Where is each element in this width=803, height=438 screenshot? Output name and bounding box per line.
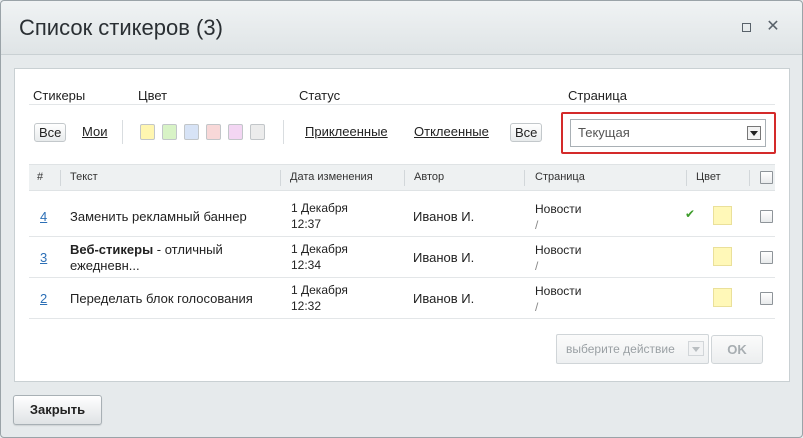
page-path: /: [535, 218, 539, 232]
filter-separator: [122, 120, 123, 144]
group-action-select[interactable]: выберите действие: [556, 334, 709, 364]
sticker-text-main: - отличный: [153, 242, 223, 257]
filter-separator: [283, 120, 284, 144]
color-filter-label: Цвет: [138, 88, 168, 103]
maximize-icon[interactable]: [738, 19, 754, 35]
table-header: # Текст Дата изменения Автор Страница Цв…: [29, 164, 775, 191]
color-swatch-green[interactable]: [162, 124, 177, 140]
date-time: 12:34: [291, 258, 322, 272]
sticker-text-continued: ежедневн...: [70, 258, 140, 273]
color-swatch-yellow[interactable]: [140, 124, 155, 140]
chevron-down-icon[interactable]: [747, 126, 761, 140]
stickers-all-button[interactable]: Все: [34, 123, 67, 142]
stickers-mine-link[interactable]: Мои: [82, 124, 107, 139]
ok-button[interactable]: OK: [711, 335, 763, 364]
sticker-author: Иванов И.: [413, 291, 475, 306]
sticker-number-link[interactable]: 4: [40, 209, 47, 224]
sticker-page: Новости /: [535, 201, 581, 233]
sticker-color-swatch: [713, 247, 732, 266]
page-select-highlight: Текущая: [561, 112, 776, 154]
color-swatch-purple[interactable]: [228, 124, 243, 140]
column-date: Дата изменения: [290, 171, 373, 183]
dialog-title: Список стикеров (3): [19, 15, 223, 40]
sticker-color-swatch: [713, 288, 732, 307]
page-select-value: Текущая: [578, 125, 630, 140]
row-checkbox[interactable]: [760, 210, 773, 223]
sticker-date: 1 Декабря 12:32: [291, 282, 348, 314]
sticker-text: Заменить рекламный баннер: [70, 209, 247, 224]
status-filter-label: Статус: [299, 88, 341, 103]
sticker-number-link[interactable]: 2: [40, 291, 47, 306]
sticker-text-main: Заменить рекламный баннер: [70, 209, 247, 224]
row-checkbox[interactable]: [760, 292, 773, 305]
column-divider: [280, 170, 281, 186]
sticker-color-swatch: [713, 206, 732, 225]
stickers-filter-label: Стикеры: [33, 88, 86, 103]
date-day: 1 Декабря: [291, 242, 348, 256]
page-path: /: [535, 300, 539, 314]
close-icon[interactable]: ✕: [765, 19, 781, 35]
color-swatch-blue[interactable]: [184, 124, 199, 140]
column-text: Текст: [70, 171, 98, 183]
date-time: 12:32: [291, 299, 322, 313]
page-name: Новости: [535, 243, 582, 257]
column-page: Страница: [535, 171, 585, 183]
table-row[interactable]: 2 Переделать блок голосования 1 Декабря 1…: [29, 278, 775, 319]
sticker-date: 1 Декабря 12:34: [291, 241, 348, 273]
dialog-content: Стикеры Цвет Статус Страница Все Мои При…: [14, 68, 790, 382]
sticker-page: Новости /: [535, 283, 581, 315]
date-day: 1 Декабря: [291, 283, 348, 297]
dialog-titlebar[interactable]: Список стикеров (3) ✕: [1, 1, 802, 55]
check-icon: ✔: [685, 207, 696, 221]
select-all-checkbox[interactable]: [760, 171, 773, 184]
status-all-button[interactable]: Все: [510, 123, 543, 142]
column-divider: [749, 170, 750, 186]
column-divider: [686, 170, 687, 186]
date-day: 1 Декабря: [291, 201, 348, 215]
status-detached-link[interactable]: Отклеенные: [414, 124, 489, 139]
sticker-text-main: Переделать блок голосования: [70, 291, 253, 306]
column-author: Автор: [414, 171, 445, 183]
page-filter-label: Страница: [568, 88, 627, 103]
column-number: #: [37, 171, 44, 183]
color-swatch-red[interactable]: [206, 124, 221, 140]
sticker-author: Иванов И.: [413, 209, 475, 224]
page-path: /: [535, 259, 539, 273]
sticker-text: Переделать блок голосования: [70, 291, 253, 306]
sticker-number-link[interactable]: 3: [40, 250, 47, 265]
table-row[interactable]: 4 Заменить рекламный баннер 1 Декабря 12:…: [29, 196, 775, 237]
color-swatch-gray[interactable]: [250, 124, 265, 140]
page-name: Новости: [535, 202, 582, 216]
table-row[interactable]: 3 Веб-стикеры - отличный ежедневн... 1 Д…: [29, 237, 775, 278]
page-name: Новости: [535, 284, 582, 298]
sticker-text-bold: Веб-стикеры: [70, 242, 154, 257]
sticker-author: Иванов И.: [413, 250, 475, 265]
sticker-text: Веб-стикеры - отличный ежедневн...: [70, 242, 223, 274]
column-divider: [404, 170, 405, 186]
group-action-placeholder: выберите действие: [566, 342, 675, 356]
status-attached-link[interactable]: Приклеенные: [305, 124, 388, 139]
row-checkbox[interactable]: [760, 251, 773, 264]
column-divider: [524, 170, 525, 186]
column-color: Цвет: [696, 171, 721, 183]
filter-divider: [29, 104, 775, 105]
sticker-page: Новости /: [535, 242, 581, 274]
page-select[interactable]: Текущая: [570, 119, 766, 147]
sticker-list-dialog: Список стикеров (3) ✕ Стикеры Цвет Стату…: [0, 0, 803, 438]
date-time: 12:37: [291, 217, 322, 231]
column-divider: [60, 170, 61, 186]
sticker-date: 1 Декабря 12:37: [291, 200, 348, 232]
close-button[interactable]: Закрыть: [13, 395, 102, 425]
chevron-down-icon[interactable]: [688, 341, 704, 356]
